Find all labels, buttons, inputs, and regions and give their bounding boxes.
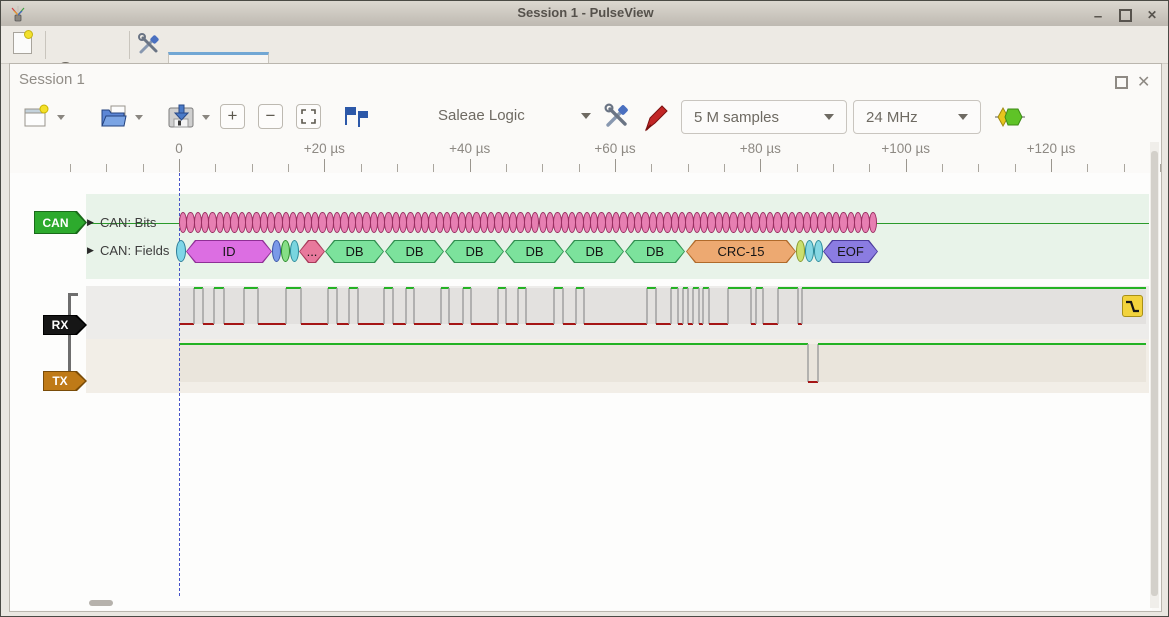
can-field-label: DB xyxy=(625,240,685,263)
can-fields-row-label: CAN: Fields xyxy=(100,243,169,258)
ruler-tick xyxy=(1160,164,1161,172)
can-field-annotation xyxy=(281,240,290,262)
can-field-label: DB xyxy=(565,240,624,263)
ruler-tick xyxy=(651,164,652,172)
can-field-label: DB xyxy=(445,240,504,263)
ruler-tick xyxy=(1015,164,1016,172)
ruler-tick xyxy=(833,164,834,172)
can-field-annotation: DB xyxy=(445,240,504,263)
ruler-tick xyxy=(143,164,144,172)
rx-waveform xyxy=(86,286,1149,339)
ruler-tick xyxy=(688,164,689,172)
ruler-tick-label: +60 µs xyxy=(575,141,655,156)
ruler-tick xyxy=(1051,159,1052,172)
can-bit-annotation xyxy=(869,212,877,233)
ruler-tick xyxy=(215,164,216,172)
ruler-tick-label: +40 µs xyxy=(430,141,510,156)
can-decoder-band[interactable] xyxy=(86,194,1149,279)
can-bits-row-label: CAN: Bits xyxy=(100,215,156,230)
ruler-tick-label: +100 µs xyxy=(866,141,946,156)
can-field-label: CRC-15 xyxy=(686,240,796,263)
ruler-tick xyxy=(869,164,870,172)
ruler-tick-label: 0 xyxy=(139,141,219,156)
rx-channel-tag[interactable]: RX xyxy=(43,315,87,335)
ruler-tick xyxy=(361,164,362,172)
tx-channel-tag[interactable]: TX xyxy=(43,371,87,391)
ruler-tick xyxy=(760,159,761,172)
ruler-tick-label: +120 µs xyxy=(1011,141,1091,156)
can-field-annotation: CRC-15 xyxy=(686,240,796,263)
vertical-scrollbar-thumb[interactable] xyxy=(1151,151,1158,596)
ruler-tick xyxy=(542,164,543,172)
can-field-annotation: DB xyxy=(505,240,564,263)
ruler-tick xyxy=(252,164,253,172)
time-zero-cursor[interactable] xyxy=(179,173,180,596)
pulseview-window: Session 1 - PulseView – ✕ Run Session 1 … xyxy=(0,0,1169,617)
can-field-annotation: DB xyxy=(565,240,624,263)
can-tag-label: CAN xyxy=(34,211,77,234)
can-field-label: EOF xyxy=(823,240,878,263)
ruler-tick xyxy=(978,164,979,172)
ruler-tick xyxy=(906,159,907,172)
can-fields-expander-icon[interactable]: ▶ xyxy=(87,245,94,256)
horizontal-scrollbar-thumb[interactable] xyxy=(89,600,113,606)
can-field-annotation xyxy=(814,240,823,262)
ruler-tick xyxy=(942,164,943,172)
ruler-tick xyxy=(324,159,325,172)
can-field-label: DB xyxy=(505,240,564,263)
tx-waveform xyxy=(86,339,1149,393)
can-field-label: DB xyxy=(385,240,444,263)
can-field-annotation: EOF xyxy=(823,240,878,263)
ruler-tick xyxy=(615,159,616,172)
can-field-annotation: DB xyxy=(325,240,384,263)
can-bits-expander-icon[interactable]: ▶ xyxy=(87,217,94,228)
ruler-tick xyxy=(470,159,471,172)
can-field-annotation xyxy=(796,240,805,262)
ruler-tick xyxy=(724,164,725,172)
ruler-tick xyxy=(1087,164,1088,172)
ruler-tick xyxy=(179,159,180,172)
ruler-tick-label: +80 µs xyxy=(720,141,800,156)
rx-tag-label: RX xyxy=(43,315,77,335)
ruler-tick-label: +20 µs xyxy=(284,141,364,156)
timeline-ruler[interactable]: 0 +20 µs +40 µs +60 µs +80 µs +100 µs +120 µs xyxy=(1,1,1169,176)
ruler-tick xyxy=(433,164,434,172)
ruler-tick xyxy=(288,164,289,172)
can-field-annotation: DB xyxy=(625,240,685,263)
ruler-tick xyxy=(397,164,398,172)
ruler-tick xyxy=(1124,164,1125,172)
can-field-label: ID xyxy=(186,240,272,263)
ruler-tick xyxy=(506,164,507,172)
can-field-annotation: ID xyxy=(186,240,272,263)
rx-trigger-marker[interactable] xyxy=(1122,295,1143,317)
ruler-tick xyxy=(579,164,580,172)
ruler-tick xyxy=(70,164,71,172)
can-field-annotation xyxy=(290,240,299,262)
can-field-annotation: DB xyxy=(385,240,444,263)
can-field-annotation xyxy=(176,240,186,262)
tx-tag-label: TX xyxy=(43,371,77,391)
ruler-tick xyxy=(797,164,798,172)
can-field-annotation xyxy=(272,240,281,262)
can-decoder-tag[interactable]: CAN xyxy=(34,211,87,234)
can-field-annotation xyxy=(805,240,814,262)
ruler-tick xyxy=(106,164,107,172)
can-field-label: DB xyxy=(325,240,384,263)
